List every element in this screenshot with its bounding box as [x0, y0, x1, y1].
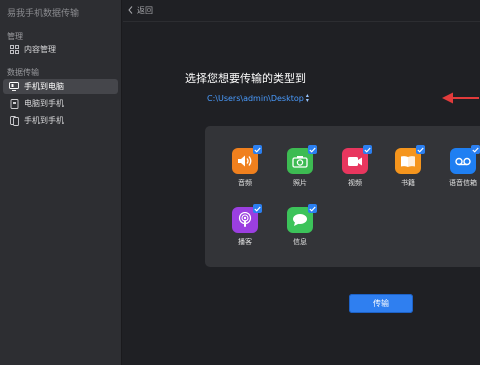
- camera-icon[interactable]: [287, 145, 317, 174]
- audio-icon[interactable]: [232, 145, 262, 174]
- check-icon: [308, 204, 317, 213]
- section-label-manage: 管理: [7, 32, 23, 41]
- sidebar-item-content-management[interactable]: 内容管理: [3, 42, 118, 57]
- check-icon: [471, 145, 480, 154]
- sidebar: 易我手机数据传输 管理 内容管理 数据传输 手机到电脑 电脑到手机 手机到手机: [0, 0, 122, 365]
- type-tile-podcast[interactable]: 播客: [225, 204, 265, 247]
- red-annotation-arrow-icon: [442, 92, 479, 104]
- check-icon: [363, 145, 372, 154]
- check-icon: [308, 145, 317, 154]
- type-tile-voicemail[interactable]: 语音信箱: [443, 145, 480, 188]
- destination-path: C:\Users\admin\Desktop: [207, 93, 304, 103]
- podcast-icon[interactable]: [232, 204, 262, 233]
- check-icon: [253, 145, 262, 154]
- message-icon[interactable]: [287, 204, 317, 233]
- section-label-transfer: 数据传输: [7, 68, 39, 77]
- type-tile-messages[interactable]: 信息: [280, 204, 320, 247]
- sidebar-item-label: 手机到手机: [24, 116, 64, 125]
- sidebar-item-phone-to-phone[interactable]: 手机到手机: [3, 113, 118, 128]
- destination-path-selector[interactable]: C:\Users\admin\Desktop ▴ ▾: [207, 92, 309, 104]
- sidebar-item-label: 内容管理: [24, 45, 56, 54]
- back-label: 返回: [137, 6, 153, 15]
- type-label: 视频: [348, 179, 362, 187]
- type-label: 语音信箱: [449, 179, 477, 187]
- type-tile-audio[interactable]: 音频: [225, 145, 265, 188]
- topbar: 返回: [123, 0, 480, 22]
- sidebar-item-phone-to-pc[interactable]: 手机到电脑: [3, 79, 118, 94]
- type-tile-video[interactable]: 视频: [335, 145, 375, 188]
- type-label: 播客: [238, 238, 252, 246]
- type-tile-books[interactable]: 书籍: [388, 145, 428, 188]
- back-button[interactable]: 返回: [128, 5, 153, 16]
- voicemail-icon[interactable]: [450, 145, 480, 174]
- type-label: 音频: [238, 179, 252, 187]
- page-heading: 选择您想要传输的类型到: [185, 72, 306, 85]
- transfer-button[interactable]: 传输: [349, 294, 413, 313]
- sidebar-item-label: 手机到电脑: [24, 82, 64, 91]
- type-label: 书籍: [401, 179, 415, 187]
- sidebar-item-label: 电脑到手机: [24, 99, 64, 108]
- check-icon: [253, 204, 262, 213]
- book-icon[interactable]: [395, 145, 425, 174]
- app-title: 易我手机数据传输: [7, 9, 80, 19]
- phone-to-pc-icon: [7, 82, 21, 91]
- sidebar-item-pc-to-phone[interactable]: 电脑到手机: [3, 96, 118, 111]
- data-type-panel: 音频 照片 视频 书籍 语音信箱 播客 信息: [205, 126, 480, 267]
- grid-icon: [7, 45, 21, 54]
- check-icon: [416, 145, 425, 154]
- sort-arrows-icon: ▴ ▾: [305, 92, 309, 104]
- phone-to-phone-icon: [7, 115, 21, 126]
- type-label: 信息: [293, 238, 307, 246]
- chevron-left-icon: [128, 5, 133, 16]
- pc-to-phone-icon: [7, 98, 21, 109]
- type-tile-photos[interactable]: 照片: [280, 145, 320, 188]
- video-icon[interactable]: [342, 145, 372, 174]
- type-label: 照片: [293, 179, 307, 187]
